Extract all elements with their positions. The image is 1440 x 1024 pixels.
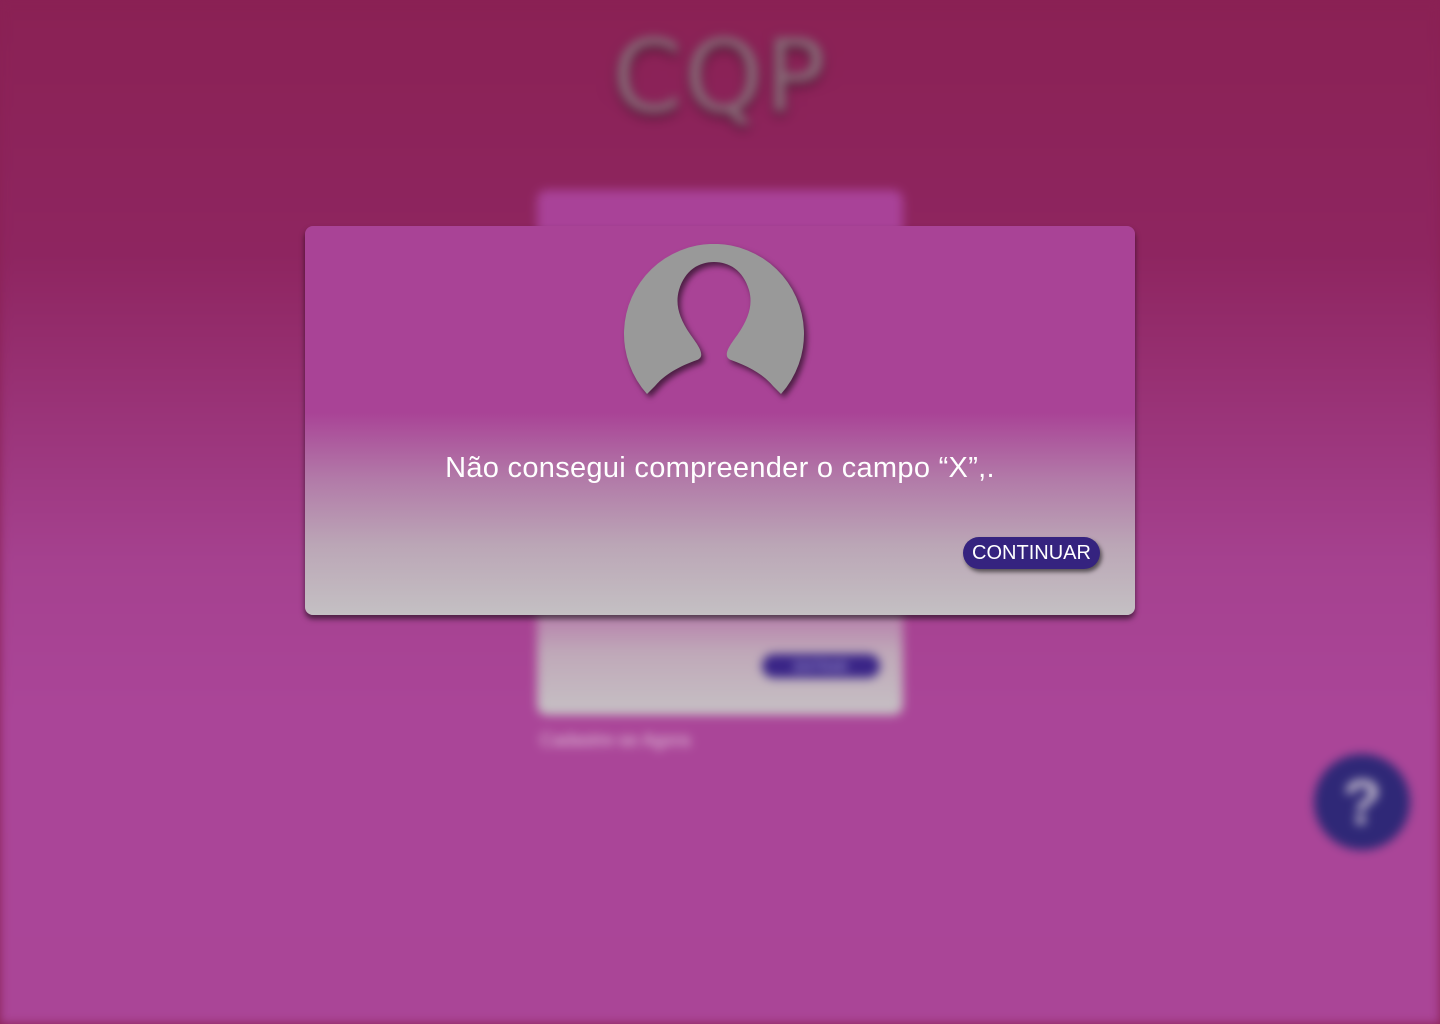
- dialog-message: Não consegui compreender o campo “X”,.: [445, 452, 995, 484]
- message-dialog: Não consegui compreender o campo “X”,. C…: [305, 226, 1135, 615]
- help-button: ?: [1314, 754, 1410, 850]
- app-logo: CQP: [612, 18, 828, 135]
- continue-button[interactable]: CONTINUAR: [963, 537, 1100, 569]
- signup-link: Cadastre-se Agora: [540, 730, 691, 750]
- enter-button: ENTRAR: [762, 654, 880, 678]
- user-silhouette-icon: [624, 244, 804, 394]
